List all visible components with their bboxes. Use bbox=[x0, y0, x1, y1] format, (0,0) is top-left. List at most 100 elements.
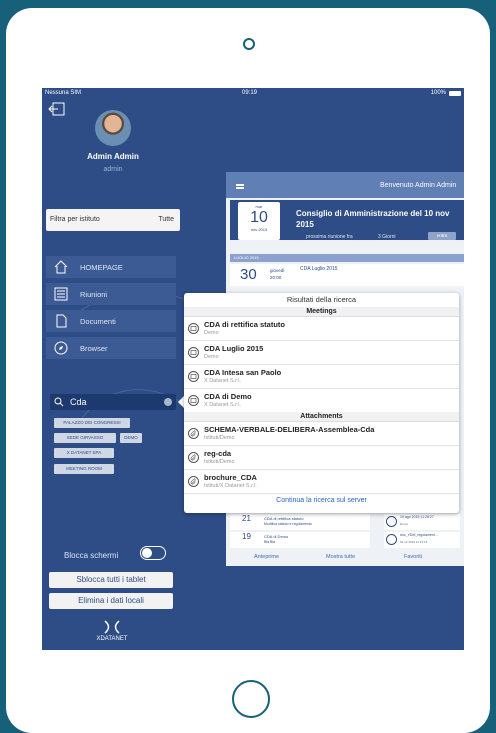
result-sub: Demo bbox=[204, 354, 219, 360]
date-weekday: mar bbox=[255, 204, 263, 209]
search-input[interactable]: Cda bbox=[50, 394, 176, 410]
recent-doc-card[interactable]: 19 ago 2015 11:28:27 Demo bbox=[384, 514, 460, 530]
search-icon bbox=[54, 397, 64, 407]
logo-icon bbox=[104, 620, 120, 634]
nav-label: Browser bbox=[80, 344, 108, 353]
meeting-result[interactable]: CDA di rettifica statuto Demo bbox=[184, 316, 459, 341]
paperclip-icon bbox=[188, 452, 199, 463]
paperclip-icon bbox=[188, 428, 199, 439]
meeting-row-30[interactable]: 30 giovedì 20:00 CDA Luglio 2015 bbox=[230, 264, 464, 286]
meeting-icon bbox=[188, 371, 199, 382]
logo-text: XDATANET bbox=[96, 636, 128, 642]
camera-icon bbox=[243, 38, 255, 50]
nav-label: HOMEPAGE bbox=[80, 263, 123, 272]
result-sub: X Datanet S.r.l. bbox=[204, 378, 241, 384]
item-day: 19 bbox=[242, 532, 251, 541]
meeting-result[interactable]: CDA Intesa san Paolo X Datanet S.r.l. bbox=[184, 364, 459, 389]
menu-icon[interactable] bbox=[236, 184, 244, 186]
nav-item-riunioni[interactable]: Riunioni bbox=[46, 283, 176, 305]
preview-tab[interactable]: Anteprime bbox=[254, 554, 279, 560]
dashboard-bottom-bar: Anteprime Mostra tutte Favoriti bbox=[230, 551, 460, 563]
continue-search-link[interactable]: Continua la ricerca sul server bbox=[184, 497, 459, 504]
nav-label: Riunioni bbox=[80, 290, 108, 299]
app-screen: Nessuna SIM 09:19 100% Admin Admin admin… bbox=[42, 88, 464, 650]
chip-xdatanet[interactable]: X DATANET SPA bbox=[54, 448, 114, 458]
item-title: CDA di Demo bbox=[264, 534, 289, 539]
status-bar: Nessuna SIM 09:19 100% bbox=[42, 88, 464, 100]
delete-local-data-button[interactable]: Elimina i dati locali bbox=[49, 593, 173, 609]
result-title: CDA di Demo bbox=[204, 392, 252, 401]
result-title: CDA Luglio 2015 bbox=[204, 344, 264, 353]
chip-meeting-room[interactable]: MEETING ROOM bbox=[54, 464, 114, 474]
nav-item-documenti[interactable]: Documenti bbox=[46, 310, 176, 332]
next-meeting-label: prossima riunione fra bbox=[306, 234, 353, 240]
search-results-popover: Risultati della ricerca Meetings CDA di … bbox=[184, 293, 459, 513]
chip-sede[interactable]: SEDE GIRVASSO bbox=[54, 433, 116, 443]
filter-label: Filtra per istituto bbox=[50, 216, 100, 223]
dashboard-header: Benvenuto Admin Admin bbox=[226, 172, 464, 198]
row-weekday: giovedì bbox=[270, 268, 285, 273]
toggle-knob bbox=[142, 548, 152, 558]
meeting-icon bbox=[188, 323, 199, 334]
clock: 09:19 bbox=[242, 90, 258, 96]
result-title: CDA Intesa san Paolo bbox=[204, 368, 282, 377]
carrier-label: Nessuna SIM bbox=[45, 90, 82, 96]
favorites-tab[interactable]: Favoriti bbox=[404, 554, 422, 560]
result-sub: Demo bbox=[204, 330, 219, 336]
result-sub: Istituti/X Datanet S.r.l. bbox=[204, 483, 257, 489]
doc-icon bbox=[386, 516, 397, 527]
item-day: 21 bbox=[242, 514, 251, 523]
welcome-text: Benvenuto Admin Admin bbox=[380, 182, 457, 189]
meeting-icon bbox=[188, 395, 199, 406]
meeting-icon bbox=[188, 347, 199, 358]
card-sub: 19 ago 2015 11:28:27 bbox=[400, 515, 434, 519]
enter-meeting-button[interactable]: entra bbox=[428, 232, 456, 240]
item-title: CDA di rettifica statuto bbox=[264, 516, 304, 521]
show-all-tab[interactable]: Mostra tutte bbox=[326, 554, 355, 560]
unlock-all-button[interactable]: Sblocca tutti i tablet bbox=[49, 572, 173, 588]
meeting-title: Consiglio di Amministrazione del 10 nov … bbox=[296, 209, 450, 229]
item-sub: Bla Bla bbox=[264, 540, 276, 544]
attachment-result[interactable]: reg-cda Istituti/Demo bbox=[184, 445, 459, 470]
filter-value: Tutte bbox=[158, 216, 174, 223]
date-day: 10 bbox=[250, 209, 268, 226]
item-sub: Modifica statuto e regolamento bbox=[264, 522, 312, 526]
month-band: LUGLIO 2015 bbox=[230, 254, 464, 262]
result-title: SCHEMA-VERBALE-DELIBERA-Assemblea-Cda bbox=[204, 425, 375, 434]
nav-item-homepage[interactable]: HOMEPAGE bbox=[46, 256, 176, 278]
card-title: doc_YDM_regolament... bbox=[400, 533, 438, 537]
battery-icon bbox=[449, 91, 461, 96]
compass-icon bbox=[54, 341, 68, 355]
attachment-result[interactable]: SCHEMA-VERBALE-DELIBERA-Assemblea-Cda Is… bbox=[184, 421, 459, 446]
result-sub: Istituti/Demo bbox=[204, 459, 235, 465]
block-screens-label: Blocca schermi bbox=[64, 551, 119, 560]
days-label: 3 Giorni bbox=[378, 234, 396, 240]
meeting-list-item[interactable]: 21 CDA di rettifica statuto Modifica sta… bbox=[230, 514, 370, 530]
nav-item-browser[interactable]: Browser bbox=[46, 337, 176, 359]
clear-search-icon[interactable] bbox=[164, 398, 172, 406]
paperclip-icon bbox=[188, 476, 199, 487]
result-sub: X Datanet S.r.l. bbox=[204, 402, 241, 408]
date-monthyear: nov 2015 bbox=[250, 227, 268, 232]
xdatanet-logo: XDATANET bbox=[92, 620, 132, 642]
meeting-result[interactable]: CDA di Demo X Datanet S.r.l. bbox=[184, 388, 459, 413]
chip-palazzo[interactable]: PALAZZO DEI CONGRESSI bbox=[54, 418, 130, 428]
logout-icon[interactable] bbox=[48, 102, 66, 116]
document-icon bbox=[56, 314, 67, 328]
filter-institute[interactable]: Filtra per istituto Tutte bbox=[46, 209, 180, 231]
attachment-result[interactable]: brochure_CDA Istituti/X Datanet S.r.l. bbox=[184, 469, 459, 494]
doc-icon bbox=[386, 534, 397, 545]
meeting-list-item[interactable]: 19 CDA di Demo Bla Bla bbox=[230, 532, 370, 548]
meeting-date-box: mar 10 nov 2015 bbox=[238, 202, 280, 240]
block-screens-toggle[interactable] bbox=[140, 546, 166, 560]
list-icon bbox=[54, 287, 68, 301]
meeting-result[interactable]: CDA Luglio 2015 Demo bbox=[184, 340, 459, 365]
user-login: admin bbox=[103, 166, 123, 173]
result-title: reg-cda bbox=[204, 449, 232, 458]
recent-doc-card[interactable]: doc_YDM_regolament... 04 ott 2015 11:19:… bbox=[384, 532, 460, 548]
user-name: Admin Admin bbox=[87, 152, 139, 161]
card-sub: 04 ott 2015 11:19:13 bbox=[400, 540, 428, 544]
chip-demo[interactable]: DEMO bbox=[120, 433, 142, 443]
home-button[interactable] bbox=[232, 680, 270, 718]
avatar bbox=[95, 110, 131, 146]
